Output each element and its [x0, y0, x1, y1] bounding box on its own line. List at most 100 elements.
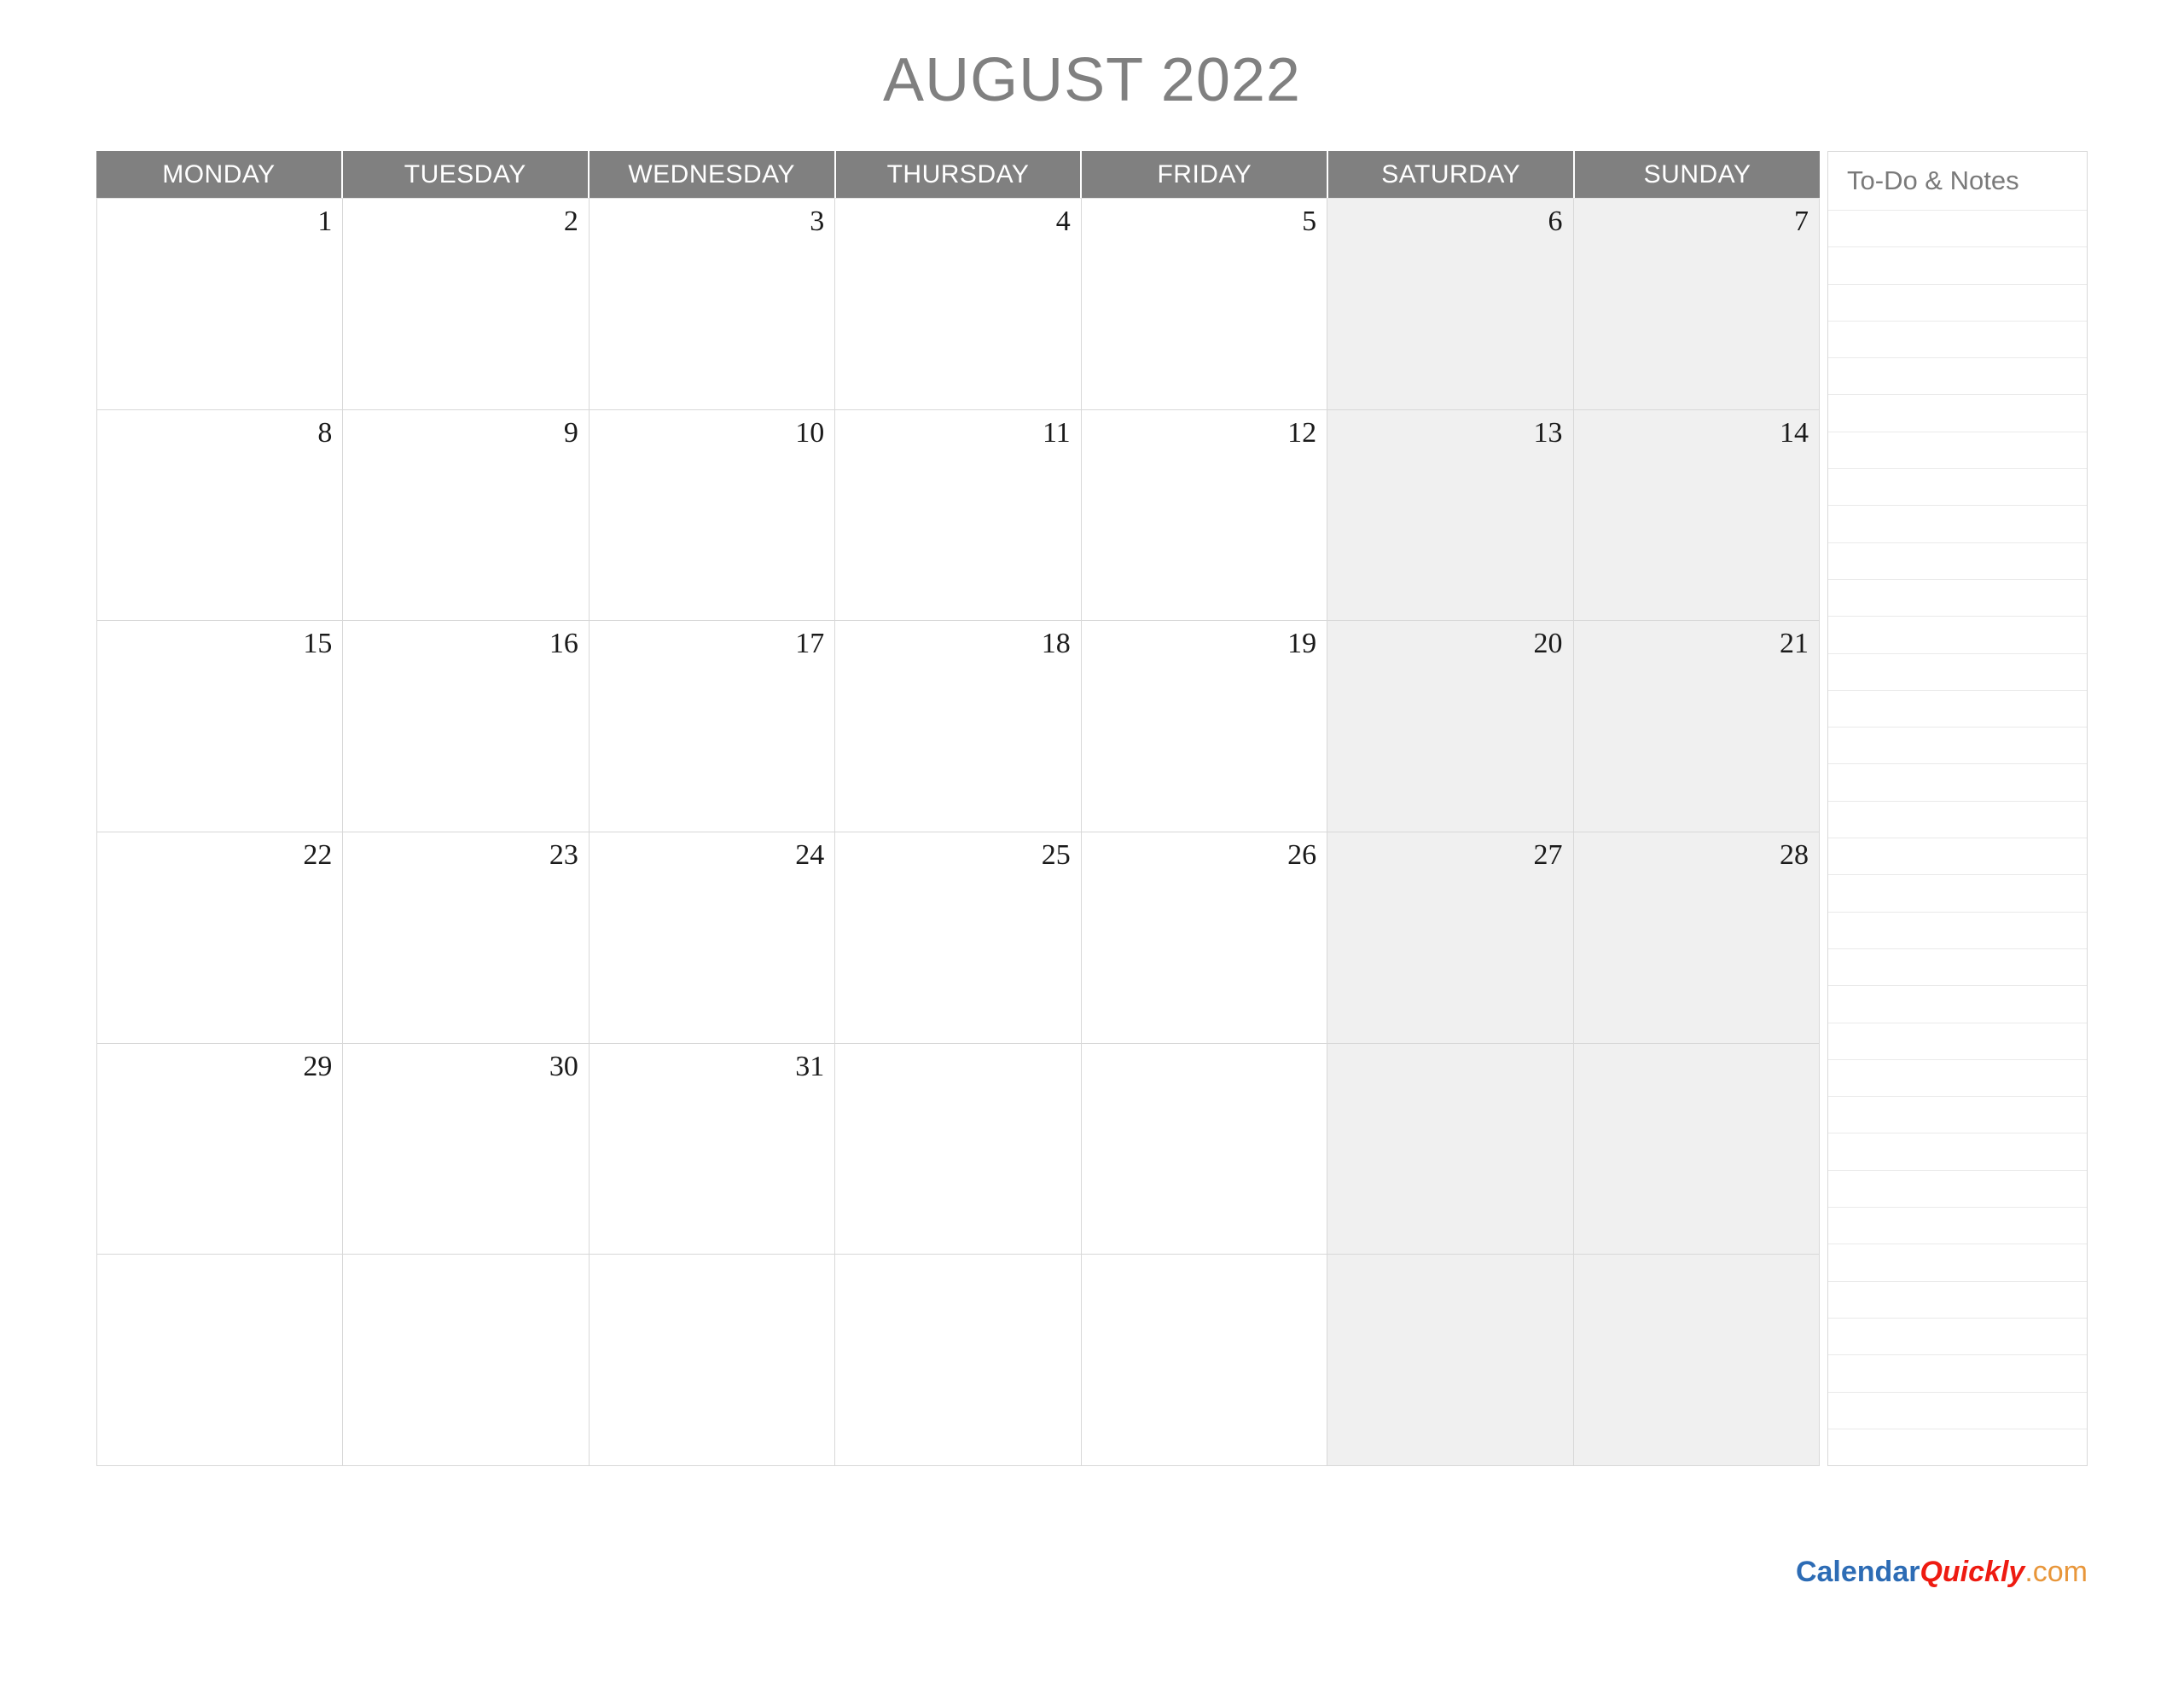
day-cell[interactable]: 23: [343, 832, 590, 1044]
weekday-header-sunday: SUNDAY: [1575, 151, 1821, 198]
weekday-header-thursday: THURSDAY: [835, 151, 1083, 198]
day-cell[interactable]: 10: [589, 409, 836, 622]
day-cell[interactable]: 17: [589, 621, 836, 833]
day-cell[interactable]: 28: [1573, 832, 1820, 1044]
month-grid: MONDAY TUESDAY WEDNESDAY THURSDAY FRIDAY SATU…: [96, 151, 1821, 1467]
day-cell[interactable]: 15: [97, 621, 344, 833]
note-line[interactable]: [1828, 948, 2087, 985]
day-cell-empty[interactable]: [1327, 1043, 1574, 1255]
note-line[interactable]: [1828, 542, 2087, 579]
day-number: 14: [1779, 416, 1809, 449]
day-number: 27: [1533, 839, 1563, 872]
note-line[interactable]: [1828, 763, 2087, 800]
weekday-header-friday: FRIDAY: [1082, 151, 1329, 198]
page-title: AUGUST 2022: [883, 46, 1301, 114]
day-cell[interactable]: 7: [1573, 199, 1820, 410]
note-line[interactable]: [1828, 1244, 2087, 1280]
day-cell[interactable]: 3: [589, 199, 836, 410]
note-line[interactable]: [1828, 1207, 2087, 1244]
day-cell[interactable]: 20: [1327, 621, 1574, 833]
note-line[interactable]: [1828, 468, 2087, 505]
note-line[interactable]: [1828, 985, 2087, 1022]
day-cell-empty[interactable]: [589, 1255, 836, 1467]
note-line[interactable]: [1828, 394, 2087, 431]
note-line[interactable]: [1828, 578, 2087, 616]
week-row: 15 16 17 18 19 20 21: [97, 621, 1820, 833]
day-cell[interactable]: 5: [1081, 199, 1328, 410]
day-cell[interactable]: 4: [835, 199, 1082, 410]
day-cell[interactable]: 26: [1081, 832, 1328, 1044]
note-line[interactable]: [1828, 1428, 2087, 1465]
day-cell-empty[interactable]: [1327, 1255, 1574, 1467]
day-cell[interactable]: 6: [1327, 199, 1574, 410]
weekday-header-monday: MONDAY: [96, 151, 343, 198]
day-cell[interactable]: 9: [343, 409, 590, 622]
day-cell[interactable]: 21: [1573, 621, 1820, 833]
note-line[interactable]: [1828, 1133, 2087, 1169]
note-line[interactable]: [1828, 320, 2087, 357]
note-line[interactable]: [1828, 505, 2087, 542]
day-number: 18: [1041, 628, 1071, 660]
logo-com-text: .com: [2024, 1556, 2088, 1588]
note-line[interactable]: [1828, 911, 2087, 948]
day-cell[interactable]: 8: [97, 409, 344, 622]
day-cell-empty[interactable]: [97, 1255, 344, 1467]
note-line[interactable]: [1828, 357, 2087, 394]
notes-lines[interactable]: [1828, 210, 2087, 1465]
day-cell[interactable]: 22: [97, 832, 344, 1044]
day-cell[interactable]: 29: [97, 1043, 344, 1255]
note-line[interactable]: [1828, 283, 2087, 321]
note-line[interactable]: [1828, 1280, 2087, 1318]
note-line[interactable]: [1828, 1022, 2087, 1059]
day-cell[interactable]: 31: [589, 1043, 836, 1255]
note-line[interactable]: [1828, 210, 2087, 246]
day-cell[interactable]: 1: [97, 199, 344, 410]
day-cell[interactable]: 18: [835, 621, 1082, 833]
calendar-container: MONDAY TUESDAY WEDNESDAY THURSDAY FRIDAY SATU…: [96, 151, 2088, 1467]
day-cell[interactable]: 12: [1081, 409, 1328, 622]
day-cell[interactable]: 2: [343, 199, 590, 410]
day-cell[interactable]: 25: [835, 832, 1082, 1044]
day-cell-empty[interactable]: [1573, 1255, 1820, 1467]
day-number: 11: [1042, 416, 1071, 449]
day-cell[interactable]: 16: [343, 621, 590, 833]
day-cell[interactable]: 27: [1327, 832, 1574, 1044]
note-line[interactable]: [1828, 652, 2087, 690]
day-number: 9: [563, 416, 578, 449]
note-line[interactable]: [1828, 1317, 2087, 1354]
day-cell-empty[interactable]: [343, 1255, 590, 1467]
day-cell[interactable]: 11: [835, 409, 1082, 622]
day-cell[interactable]: 13: [1327, 409, 1574, 622]
day-cell-empty[interactable]: [1573, 1043, 1820, 1255]
day-number: 6: [1548, 206, 1563, 237]
note-line[interactable]: [1828, 800, 2087, 838]
logo-calendar-text: Calendar: [1795, 1556, 1920, 1588]
day-number: 19: [1287, 628, 1317, 660]
day-cell[interactable]: 30: [343, 1043, 590, 1255]
day-cell[interactable]: 19: [1081, 621, 1328, 833]
note-line[interactable]: [1828, 727, 2087, 763]
note-line[interactable]: [1828, 1391, 2087, 1429]
day-number: 7: [1793, 206, 1809, 237]
day-cell-empty[interactable]: [1081, 1255, 1328, 1467]
note-line[interactable]: [1828, 689, 2087, 727]
note-line[interactable]: [1828, 1354, 2087, 1391]
note-line[interactable]: [1828, 838, 2087, 874]
note-line[interactable]: [1828, 246, 2087, 283]
note-line[interactable]: [1828, 874, 2087, 911]
note-line[interactable]: [1828, 1169, 2087, 1207]
day-cell-empty[interactable]: [1081, 1043, 1328, 1255]
calendar-weeks: 1 2 3 4 5 6 7 8 9 10 11 12 13 14 15 16 17 18 19 20 21 22 23 24 2…: [96, 198, 1820, 1467]
day-number: 29: [303, 1050, 333, 1082]
note-line[interactable]: [1828, 1058, 2087, 1096]
day-cell[interactable]: 14: [1573, 409, 1820, 622]
day-cell-empty[interactable]: [835, 1043, 1082, 1255]
day-number: 30: [549, 1050, 578, 1082]
day-cell-empty[interactable]: [835, 1255, 1082, 1467]
logo-quickly-text: Quickly: [1920, 1556, 2025, 1588]
day-cell[interactable]: 24: [589, 832, 836, 1044]
note-line[interactable]: [1828, 431, 2087, 468]
note-line[interactable]: [1828, 1096, 2087, 1133]
day-number: 20: [1533, 628, 1563, 660]
note-line[interactable]: [1828, 616, 2087, 652]
